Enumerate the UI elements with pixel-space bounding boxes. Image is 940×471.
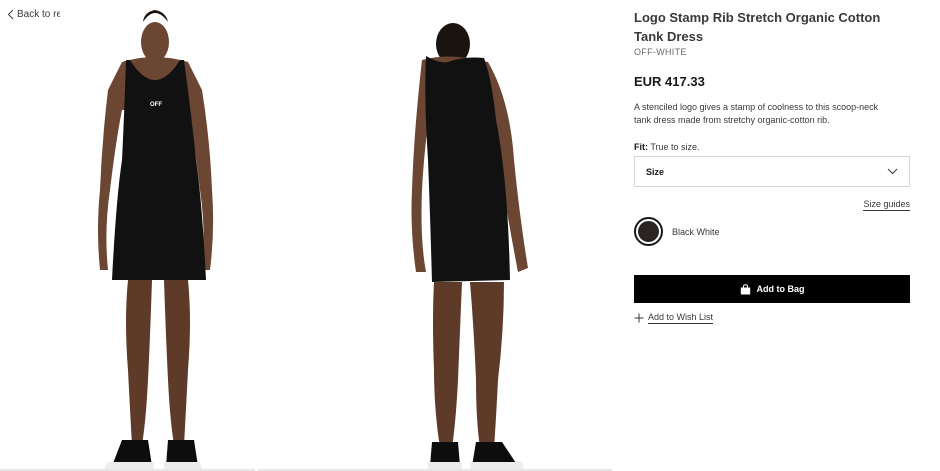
size-select-label: Size <box>646 166 665 177</box>
add-to-bag-label: Add to Bag <box>756 284 805 294</box>
fit-value: True to size. <box>650 142 700 152</box>
dress-logo-text: OFF <box>150 102 162 108</box>
plus-icon <box>634 313 644 323</box>
fit-label: Fit: <box>634 142 648 152</box>
product-image-back[interactable] <box>360 0 600 471</box>
wishlist-label: Add to Wish List <box>648 312 714 324</box>
fit-info: Fit: True to size. <box>634 142 700 152</box>
color-swatch-black-white[interactable] <box>634 217 663 246</box>
product-brand[interactable]: OFF-WHITE <box>634 47 687 57</box>
add-to-wishlist-button[interactable]: Add to Wish List <box>634 312 714 324</box>
size-guides-link[interactable]: Size guides <box>863 199 910 211</box>
color-swatch-row: Black White <box>634 217 720 246</box>
product-title: Logo Stamp Rib Stretch Organic Cotton Ta… <box>634 10 881 44</box>
product-description: A stenciled logo gives a stamp of coolne… <box>634 102 879 125</box>
size-select[interactable]: Size <box>634 156 910 187</box>
color-name: Black White <box>672 226 720 237</box>
product-price: EUR 417.33 <box>634 74 705 89</box>
shopping-bag-icon <box>740 283 750 294</box>
model-front-illustration: OFF <box>98 10 214 469</box>
color-swatch-dot <box>638 221 659 242</box>
chevron-down-icon <box>887 168 898 175</box>
model-back-illustration <box>411 23 528 469</box>
add-to-bag-button[interactable]: Add to Bag <box>634 275 910 303</box>
product-gallery: OFF <box>0 0 612 471</box>
product-image-front[interactable]: OFF <box>60 0 260 471</box>
